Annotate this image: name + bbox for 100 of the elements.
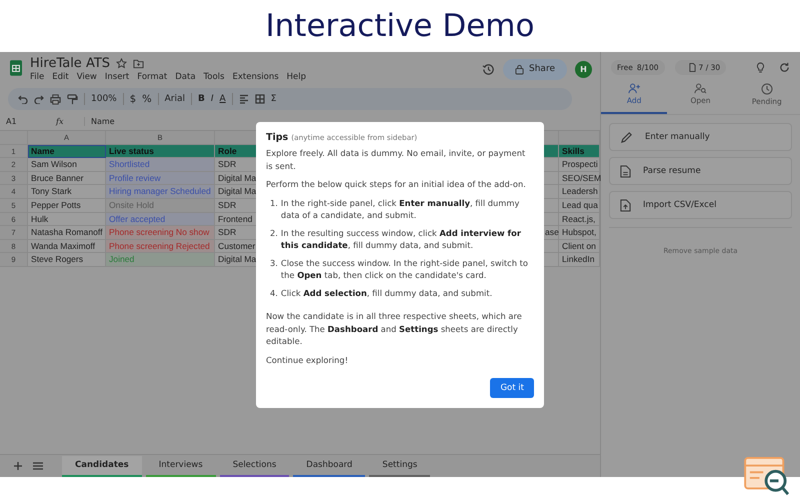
dialog-title: Tips [266,132,288,143]
sheet-tab[interactable]: Candidates [62,456,142,477]
document-title[interactable]: HireTale ATS [30,56,110,71]
table-cell: Wanda Maximoff [28,240,106,254]
document-icon [620,164,631,178]
table-cell: Bruce Banner [28,172,106,186]
step-text: In the resulting success window, click Add interview for this candidate, fill dummy data, and submit. [280,226,522,252]
zoom-selector[interactable]: 100% [91,94,117,104]
currency-format-button[interactable]: $ [130,94,136,104]
spreadsheet-logo-icon [10,60,22,76]
step-number: 2. [270,226,278,239]
status-cell: Offer accepted [106,212,215,226]
menu-item[interactable]: Insert [104,72,130,82]
table-cell [544,185,559,199]
lightbulb-icon[interactable] [756,62,765,73]
table-cell [544,212,559,226]
text-color-button[interactable]: A [220,94,226,104]
table-cell: SDR [215,158,258,172]
folder-icon[interactable] [133,58,144,68]
table-cell: Digital Ma [215,253,258,267]
menu-item[interactable]: File [30,72,44,82]
clock-icon [760,83,773,95]
dialog-paragraph: Explore freely. All data is dummy. No email, invite, or payment is sent. [266,147,526,172]
share-button[interactable]: Share [503,58,567,80]
action-button[interactable]: Parse resume [609,157,792,185]
formula-field[interactable]: Name [91,117,115,126]
table-cell: Digital Ma [215,185,258,199]
column-header[interactable] [215,131,258,145]
status-cell: Joined [106,253,215,267]
sheet-tab[interactable]: Interviews [146,456,216,477]
table-cell [544,198,559,213]
person-search-icon [694,83,707,94]
font-selector[interactable]: Arial [164,94,185,104]
menu-item[interactable]: Edit [52,72,69,82]
table-cell: LinkedIn [559,253,600,267]
table-header-cell: Name [28,144,106,158]
menu-item[interactable]: Data [175,72,196,82]
sheet-tab[interactable]: Dashboard [293,456,366,477]
undo-icon[interactable] [18,94,28,104]
menu-item[interactable]: Format [137,72,168,82]
menu-icon [32,461,44,471]
step-text: Click Add selection, fill dummy data, and submit. [280,286,492,299]
status-cell: Profile review [106,172,215,186]
table-cell: SDR [215,226,258,240]
table-cell: Sam Wilson [28,158,106,172]
step-text: In the right-side panel, click Enter manually, fill dummy data of a candidate, and submit. [280,196,520,222]
step-number: 3. [270,256,278,269]
menu-item[interactable]: Tools [204,72,224,82]
status-cell: Onsite Hold [106,198,215,213]
redo-icon[interactable] [34,94,44,104]
bold-button[interactable]: B [198,94,205,104]
menu-item[interactable]: View [76,72,97,82]
print-icon[interactable] [50,94,61,104]
table-cell: Hubspot, [559,226,600,240]
status-cell: Hiring manager Scheduled [106,185,215,199]
pencil-icon [620,130,633,144]
table-header-cell: Live status [106,144,215,158]
status-cell: Phone screening No show [106,226,215,240]
menu-item[interactable]: Extensions [232,72,279,82]
align-icon[interactable] [238,94,249,104]
functions-button[interactable]: Σ [270,94,276,104]
paint-format-icon[interactable] [67,94,78,104]
step-number: 4. [270,286,278,299]
status-cell: Shortlisted [106,158,215,172]
refresh-icon[interactable] [779,62,790,73]
table-header-cell [544,144,559,158]
italic-button[interactable]: I [210,94,214,104]
window-magnifier-icon [744,457,792,497]
action-button[interactable]: Enter manually [609,123,792,151]
table-cell: SEO/SEM [559,172,600,186]
table-cell [544,172,559,186]
got-it-button[interactable]: Got it [490,378,534,398]
menu-item[interactable]: Help [286,72,306,82]
table-cell: Lead qua [559,198,600,213]
table-cell: Natasha Romanoff [28,226,106,240]
cell-reference[interactable]: A1 [0,117,56,126]
table-cell: Prospecti [559,158,600,172]
table-cell: Hulk [28,212,106,226]
borders-icon[interactable] [254,94,265,104]
sheet-tab[interactable]: Settings [369,456,430,477]
table-header-cell: Skills [559,144,600,158]
status-cell: Phone screening Rejected [106,240,215,254]
table-cell: Leadersh [559,185,600,199]
table-cell: Steve Rogers [28,253,106,267]
action-button[interactable]: Import CSV/Excel [609,191,792,219]
history-icon[interactable] [482,62,496,76]
table-cell [544,240,559,254]
star-icon[interactable] [116,58,128,69]
table-cell: ase [544,226,559,240]
plus-icon [13,461,23,471]
dialog-paragraph: Continue exploring! [266,354,350,366]
table-cell [544,158,559,172]
table-cell [544,253,559,267]
table-cell: Tony Stark [28,185,106,199]
avatar[interactable]: H [575,60,592,78]
dialog-paragraph: Perform the below quick steps for an initial idea of the add-on. [266,178,527,190]
add-person-icon [628,83,641,94]
dialog-paragraph: Now the candidate is in all three respective sheets, which are read-only. The Dashboard and Settings sheets are directly editable. [266,310,523,348]
percent-format-button[interactable]: % [142,94,152,104]
sheet-tab[interactable]: Selections [220,456,290,477]
